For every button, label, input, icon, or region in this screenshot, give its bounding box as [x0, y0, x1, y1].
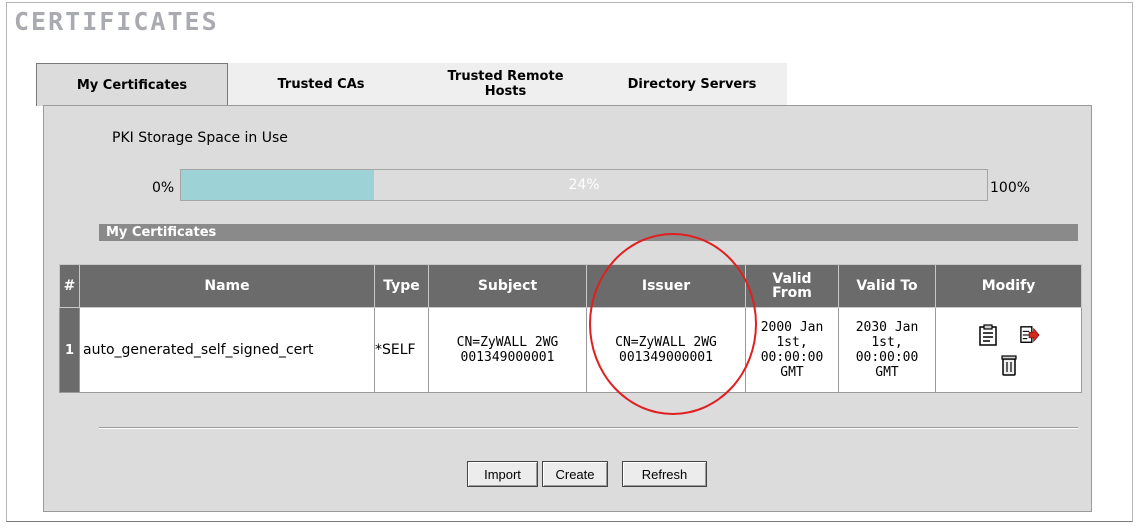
cell-valid-to: 2030 Jan 1st, 00:00:00 GMT — [838, 307, 936, 393]
storage-usage-text: 24% — [568, 177, 600, 193]
page-title: CERTIFICATES — [14, 7, 219, 36]
tab-trusted-remote-hosts[interactable]: Trusted Remote Hosts — [414, 63, 597, 105]
col-header-type[interactable]: Type — [374, 264, 429, 308]
col-header-issuer[interactable]: Issuer — [586, 264, 746, 308]
create-button[interactable]: Create — [542, 461, 608, 487]
col-header-modify: Modify — [935, 264, 1082, 308]
col-header-number: # — [59, 264, 80, 308]
cell-subject: CN=ZyWALL 2WG 001349000001 — [428, 307, 587, 393]
storage-label: PKI Storage Space in Use — [112, 130, 288, 146]
certificates-table: # Name Type Subject Issuer Valid From Va… — [59, 264, 1082, 393]
trash-icon[interactable] — [999, 354, 1019, 376]
cell-number: 1 — [59, 307, 80, 393]
table-header-row: # Name Type Subject Issuer Valid From Va… — [59, 264, 1082, 308]
cell-issuer: CN=ZyWALL 2WG 001349000001 — [586, 307, 746, 393]
col-header-valid-to[interactable]: Valid To — [838, 264, 936, 308]
details-icon[interactable] — [978, 324, 998, 346]
col-header-valid-from[interactable]: Valid From — [745, 264, 839, 308]
refresh-button[interactable]: Refresh — [622, 461, 707, 487]
col-header-subject[interactable]: Subject — [428, 264, 587, 308]
storage-min-label: 0% — [152, 180, 175, 196]
export-icon[interactable] — [1019, 324, 1040, 346]
cell-modify — [935, 307, 1082, 393]
tab-trusted-cas[interactable]: Trusted CAs — [228, 63, 414, 105]
storage-max-label: 100% — [990, 180, 1031, 196]
my-certificates-panel: PKI Storage Space in Use 0% 24% 100% My … — [43, 105, 1092, 512]
certificates-page: CERTIFICATES My Certificates Trusted CAs… — [6, 2, 1133, 522]
cell-type: *SELF — [374, 307, 429, 393]
section-title-my-certificates: My Certificates — [99, 224, 1078, 241]
divider — [99, 427, 1078, 429]
cell-name: auto_generated_self_signed_cert — [79, 307, 375, 393]
col-header-name[interactable]: Name — [79, 264, 375, 308]
tab-my-certificates[interactable]: My Certificates — [36, 63, 228, 106]
tab-directory-servers[interactable]: Directory Servers — [597, 63, 787, 105]
cell-valid-from: 2000 Jan 1st, 00:00:00 GMT — [745, 307, 839, 393]
import-button[interactable]: Import — [467, 461, 538, 487]
storage-progress-bar: 24% — [180, 169, 988, 201]
table-row: 1 auto_generated_self_signed_cert *SELF … — [59, 307, 1082, 393]
